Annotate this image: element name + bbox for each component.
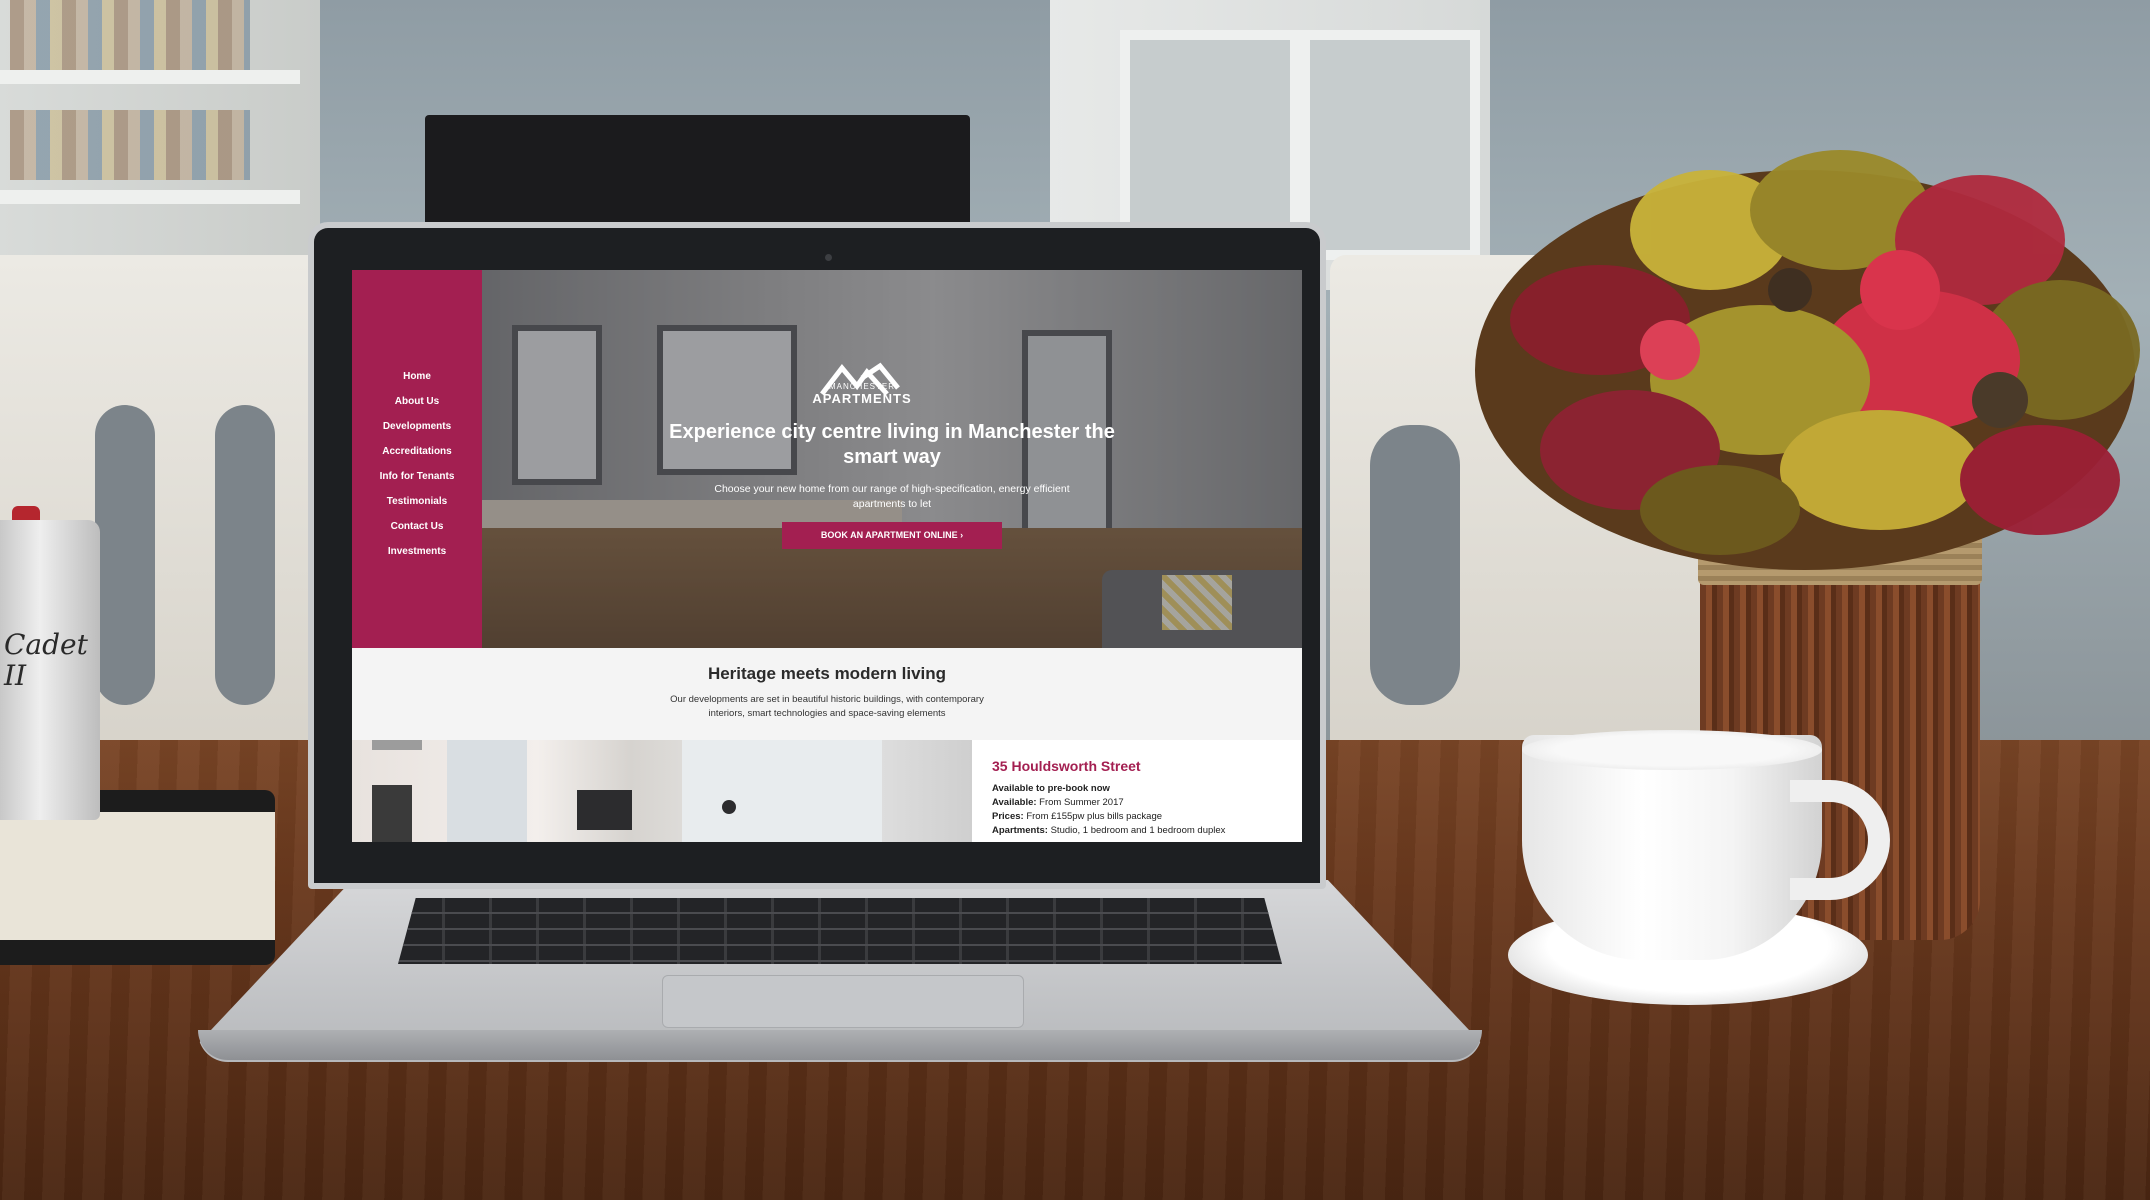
flower-bouquet xyxy=(1475,150,2140,570)
nav-home[interactable]: Home xyxy=(352,364,482,389)
development-card: 35 Houldsworth Street Available to pre-b… xyxy=(972,740,1302,842)
nav-contact-us[interactable]: Contact Us xyxy=(352,514,482,539)
photo-window xyxy=(682,740,882,842)
intro-section: Heritage meets modern living Our develop… xyxy=(352,648,1302,740)
development-available: Available: From Summer 2017 xyxy=(992,797,1124,808)
development-apartments: Apartments: Studio, 1 bedroom and 1 bedr… xyxy=(992,825,1226,836)
nav-developments[interactable]: Developments xyxy=(352,414,482,439)
cup-rim xyxy=(1522,730,1822,770)
photo-lamp xyxy=(722,800,736,814)
shelf-board xyxy=(0,190,300,204)
nav-testimonials[interactable]: Testimonials xyxy=(352,489,482,514)
books xyxy=(10,0,250,70)
logo-top-line: MANCHESTER xyxy=(828,382,895,391)
nav-about-us[interactable]: About Us xyxy=(352,389,482,414)
keyboard xyxy=(398,898,1282,964)
photo-detail xyxy=(372,740,422,750)
cabinet-pane xyxy=(1300,30,1480,260)
hero-title: Experience city centre living in Manches… xyxy=(669,421,1115,468)
photo-tv xyxy=(577,790,632,830)
sidebar-nav: Home About Us Developments Accreditation… xyxy=(352,270,482,648)
camera-label: Cadet II xyxy=(4,628,88,692)
nav-info-for-tenants[interactable]: Info for Tenants xyxy=(352,464,482,489)
section-description: Our developments are set in beautiful hi… xyxy=(670,694,984,719)
chair-slot xyxy=(95,405,155,705)
hero-subtitle: Choose your new home from our range of h… xyxy=(714,483,1070,510)
chair-slot xyxy=(1370,425,1460,705)
development-prices: Prices: From £155pw plus bills package xyxy=(992,811,1163,822)
development-title[interactable]: 35 Houldsworth Street xyxy=(992,758,1302,774)
photo-frame xyxy=(372,785,412,842)
trackpad xyxy=(662,975,1024,1028)
book-apartment-button[interactable]: BOOK AN APARTMENT ONLINE › xyxy=(782,522,1002,549)
hero-banner: MANCHESTER APARTMENTS Experience city ce… xyxy=(482,270,1302,648)
development-status: Available to pre-book now xyxy=(992,783,1110,794)
logo-bottom-line: APARTMENTS xyxy=(812,391,912,406)
laptop-base-lip xyxy=(198,1030,1482,1060)
shelf-board xyxy=(0,70,300,84)
webcam xyxy=(825,254,832,261)
photo-window xyxy=(447,740,527,842)
section-title: Heritage meets modern living xyxy=(707,664,947,683)
nav-investments[interactable]: Investments xyxy=(352,539,482,564)
chair-slot xyxy=(215,405,275,705)
books xyxy=(10,110,250,180)
nav-accreditations[interactable]: Accreditations xyxy=(352,439,482,464)
laptop-screen: Home About Us Developments Accreditation… xyxy=(352,270,1302,842)
development-photo[interactable] xyxy=(352,740,972,842)
